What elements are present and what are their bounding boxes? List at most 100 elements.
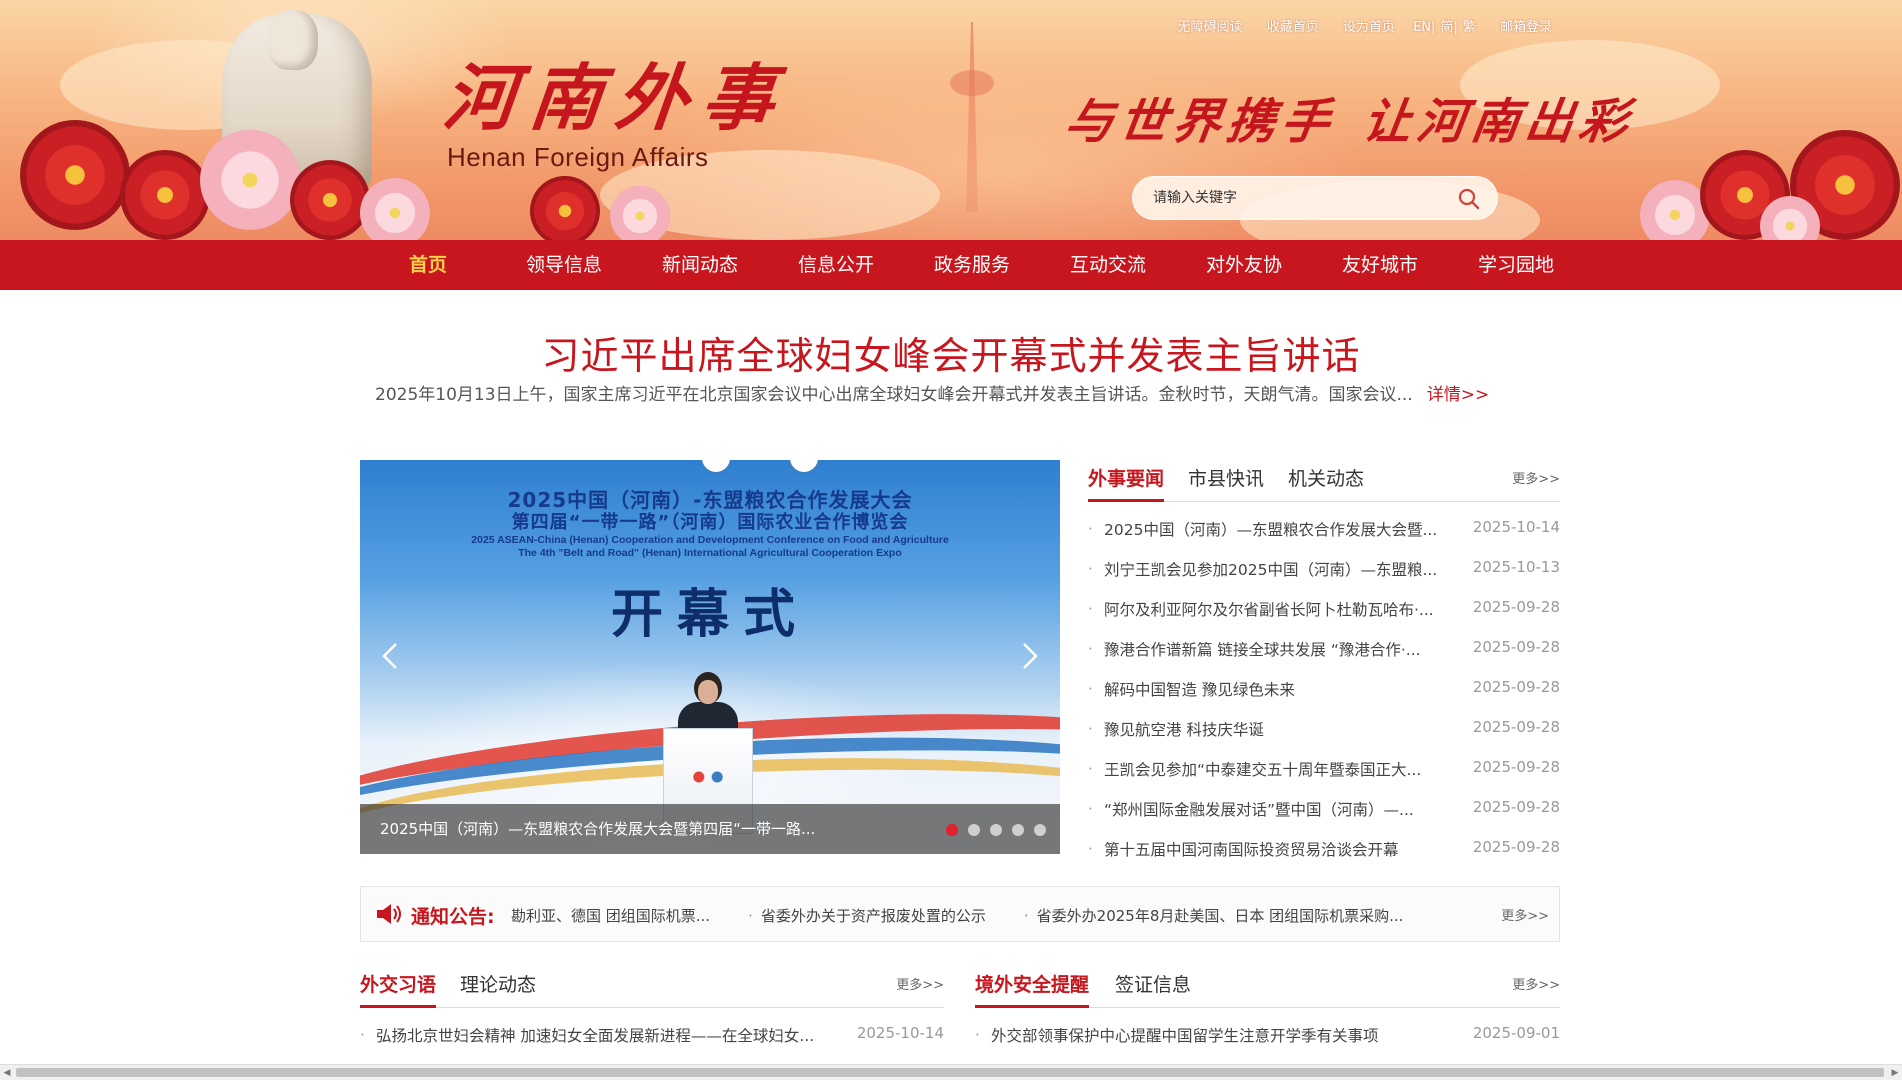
accessible-reading-link[interactable]: 无障碍阅读 xyxy=(1178,20,1243,35)
speaker-icon xyxy=(377,904,401,924)
bullet: · xyxy=(1088,720,1093,738)
search-icon[interactable] xyxy=(1457,187,1481,211)
slogan-part-2: 让河南出彩 xyxy=(1359,94,1638,150)
notice-label: 通知公告: xyxy=(411,906,495,928)
list-item-date: 2025-09-28 xyxy=(1472,758,1560,776)
notice-item[interactable]: 省委外办2025年8月赴美国、日本 团组国际机票采购... xyxy=(1037,907,1404,925)
tab-diplomatic-quotes[interactable]: 外交习语 xyxy=(360,970,437,1008)
slide-event-logos xyxy=(700,460,820,474)
list-item-title[interactable]: 刘宁王凯会见参加2025中国（河南）—东盟粮... xyxy=(1104,558,1444,580)
peony-flower xyxy=(530,176,600,240)
nav-item-sister-cities[interactable]: 友好城市 xyxy=(1312,240,1448,290)
top-links: 无障碍阅读 收藏首页 设为首页 EN| 简| 繁 邮箱登录 xyxy=(1158,16,1552,35)
tab-overseas-safety[interactable]: 境外安全提醒 xyxy=(975,970,1090,1008)
bullet: · xyxy=(360,1026,365,1044)
tab-agency-news[interactable]: 机关动态 xyxy=(1288,464,1364,499)
nav-item-leadership[interactable]: 领导信息 xyxy=(496,240,632,290)
nav-item-friendship-association[interactable]: 对外友协 xyxy=(1176,240,1312,290)
list-item-title[interactable]: 2025中国（河南）—东盟粮农合作发展大会暨... xyxy=(1104,518,1444,540)
list-item-title[interactable]: 解码中国智造 豫见绿色未来 xyxy=(1104,678,1444,700)
carousel-pagination xyxy=(936,824,1046,836)
list-item-date: 2025-09-28 xyxy=(1472,718,1560,736)
lang-traditional-link[interactable]: 繁 xyxy=(1463,20,1476,35)
carousel-caption-bar: 2025中国（河南）—东盟粮农合作发展大会暨第四届“一带一路... xyxy=(360,804,1060,854)
image-carousel[interactable]: 2025中国（河南）-东盟粮农合作发展大会 第四届“一带一路”（河南）国际农业合… xyxy=(360,460,1060,854)
set-homepage-link[interactable]: 设为首页 xyxy=(1343,20,1395,35)
list-item[interactable]: · 豫港合作谱新篇 链接全球共发展 “豫港合作·... 2025-09-28 xyxy=(1088,632,1560,672)
news-more-link[interactable]: 更多>> xyxy=(1512,468,1560,487)
bullet: · xyxy=(1088,640,1093,658)
bullet: · xyxy=(1088,800,1093,818)
notice-bar: 通知公告: 勘利亚、德国 团组国际机票... · 省委外办关于资产报废处置的公示 · 省… xyxy=(360,886,1560,942)
headline-title[interactable]: 习近平出席全球妇女峰会开幕式并发表主旨讲话 xyxy=(0,325,1902,380)
diplomacy-more-link[interactable]: 更多>> xyxy=(896,974,944,993)
add-favorite-link[interactable]: 收藏首页 xyxy=(1267,20,1319,35)
diplomacy-quotes-panel: 外交习语 理论动态 更多>> · 弘扬北京世妇会精神 加速妇女全面发展新进程——在… xyxy=(360,966,944,1080)
site-logo-chinese[interactable]: 河南外事 xyxy=(440,55,793,140)
tab-city-county-news[interactable]: 市县快讯 xyxy=(1188,464,1264,499)
search-input[interactable] xyxy=(1153,177,1453,219)
list-item-title[interactable]: 阿尔及利亚阿尔及尔省副省长阿卜杜勒瓦哈布·... xyxy=(1104,598,1444,620)
notice-ticker: 勘利亚、德国 团组国际机票... · 省委外办关于资产报废处置的公示 · 省委外办202… xyxy=(511,905,1445,927)
bullet: · xyxy=(1088,520,1093,538)
list-item[interactable]: · 外交部领事保护中心提醒中国留学生注意开学季有关事项 2025-09-01 xyxy=(975,1018,1560,1058)
list-item-title[interactable]: 外交部领事保护中心提醒中国留学生注意开学季有关事项 xyxy=(991,1024,1451,1046)
peony-flower xyxy=(20,120,130,230)
mail-login-link[interactable]: 邮箱登录 xyxy=(1500,20,1552,35)
chevron-right-icon[interactable] xyxy=(1014,636,1044,676)
list-item-date: 2025-09-28 xyxy=(1472,598,1560,616)
headline-more-link[interactable]: 详情>> xyxy=(1427,385,1490,405)
nav-item-home[interactable]: 首页 xyxy=(360,240,496,290)
bullet: · xyxy=(748,907,753,925)
scrollbar-thumb[interactable] xyxy=(16,1068,1884,1077)
notice-more-link[interactable]: 更多>> xyxy=(1501,905,1549,924)
scroll-right-icon[interactable]: ▶ xyxy=(1888,1066,1902,1080)
list-item-title[interactable]: 第十五届中国河南国际投资贸易洽谈会开幕 xyxy=(1104,838,1444,860)
header-banner: 河南外事 Henan Foreign Affairs 与世界携手 让河南出彩 无障… xyxy=(0,0,1902,240)
list-item-title[interactable]: 弘扬北京世妇会精神 加速妇女全面发展新进程——在全球妇女... xyxy=(376,1024,836,1046)
carousel-dot[interactable] xyxy=(968,824,980,836)
list-item-date: 2025-09-28 xyxy=(1472,638,1560,656)
list-item[interactable]: · 豫见航空港 科技庆华诞 2025-09-28 xyxy=(1088,712,1560,752)
list-item-title[interactable]: “郑州国际金融发展对话”暨中国（河南）—... xyxy=(1104,798,1444,820)
carousel-caption[interactable]: 2025中国（河南）—东盟粮农合作发展大会暨第四届“一带一路... xyxy=(380,818,815,839)
nav-item-news[interactable]: 新闻动态 xyxy=(632,240,768,290)
list-item[interactable]: · “郑州国际金融发展对话”暨中国（河南）—... 2025-09-28 xyxy=(1088,792,1560,832)
bullet: · xyxy=(1088,600,1093,618)
site-logo-english[interactable]: Henan Foreign Affairs xyxy=(447,142,709,173)
list-item-title[interactable]: 豫港合作谱新篇 链接全球共发展 “豫港合作·... xyxy=(1104,638,1444,660)
list-item[interactable]: · 弘扬北京世妇会精神 加速妇女全面发展新进程——在全球妇女... 2025-10-… xyxy=(360,1018,944,1058)
list-item[interactable]: · 2025中国（河南）—东盟粮农合作发展大会暨... 2025-10-14 xyxy=(1088,512,1560,552)
tv-tower-silhouette xyxy=(966,22,978,212)
safety-more-link[interactable]: 更多>> xyxy=(1512,974,1560,993)
carousel-dot[interactable] xyxy=(1012,824,1024,836)
bullet: · xyxy=(1088,560,1093,578)
nav-item-services[interactable]: 政务服务 xyxy=(904,240,1040,290)
list-item-title[interactable]: 豫见航空港 科技庆华诞 xyxy=(1104,718,1444,740)
list-item[interactable]: · 王凯会见参加“中泰建交五十周年暨泰国正大... 2025-09-28 xyxy=(1088,752,1560,792)
list-item[interactable]: · 解码中国智造 豫见绿色未来 2025-09-28 xyxy=(1088,672,1560,712)
scroll-left-icon[interactable]: ◀ xyxy=(0,1066,14,1080)
nav-item-disclosure[interactable]: 信息公开 xyxy=(768,240,904,290)
lang-simplified-link[interactable]: 简 xyxy=(1440,20,1453,35)
tab-foreign-affairs-news[interactable]: 外事要闻 xyxy=(1088,464,1165,502)
list-item-title[interactable]: 王凯会见参加“中泰建交五十周年暨泰国正大... xyxy=(1104,758,1444,780)
lang-en-link[interactable]: EN xyxy=(1413,20,1431,35)
nav-item-learning[interactable]: 学习园地 xyxy=(1448,240,1584,290)
nav-item-interaction[interactable]: 互动交流 xyxy=(1040,240,1176,290)
list-item[interactable]: · 阿尔及利亚阿尔及尔省副省长阿卜杜勒瓦哈布·... 2025-09-28 xyxy=(1088,592,1560,632)
notice-item[interactable]: 勘利亚、德国 团组国际机票... xyxy=(511,907,710,925)
tv-tower-silhouette xyxy=(950,70,994,96)
carousel-dot[interactable] xyxy=(946,824,958,836)
chevron-left-icon[interactable] xyxy=(376,636,406,676)
tab-visa-info[interactable]: 签证信息 xyxy=(1115,970,1191,1005)
list-item[interactable]: · 刘宁王凯会见参加2025中国（河南）—东盟粮... 2025-10-13 xyxy=(1088,552,1560,592)
carousel-dot[interactable] xyxy=(990,824,1002,836)
list-item[interactable]: · 第十五届中国河南国际投资贸易洽谈会开幕 2025-09-28 xyxy=(1088,832,1560,872)
slide-title-line-2: 第四届“一带一路”（河南）国际农业合作博览会 xyxy=(511,512,909,533)
horizontal-scrollbar[interactable]: ◀ ▶ xyxy=(0,1064,1902,1080)
carousel-dot[interactable] xyxy=(1034,824,1046,836)
bullet: · xyxy=(1088,840,1093,858)
tab-theory-news[interactable]: 理论动态 xyxy=(460,970,536,1005)
notice-item[interactable]: 省委外办关于资产报废处置的公示 xyxy=(761,907,986,925)
